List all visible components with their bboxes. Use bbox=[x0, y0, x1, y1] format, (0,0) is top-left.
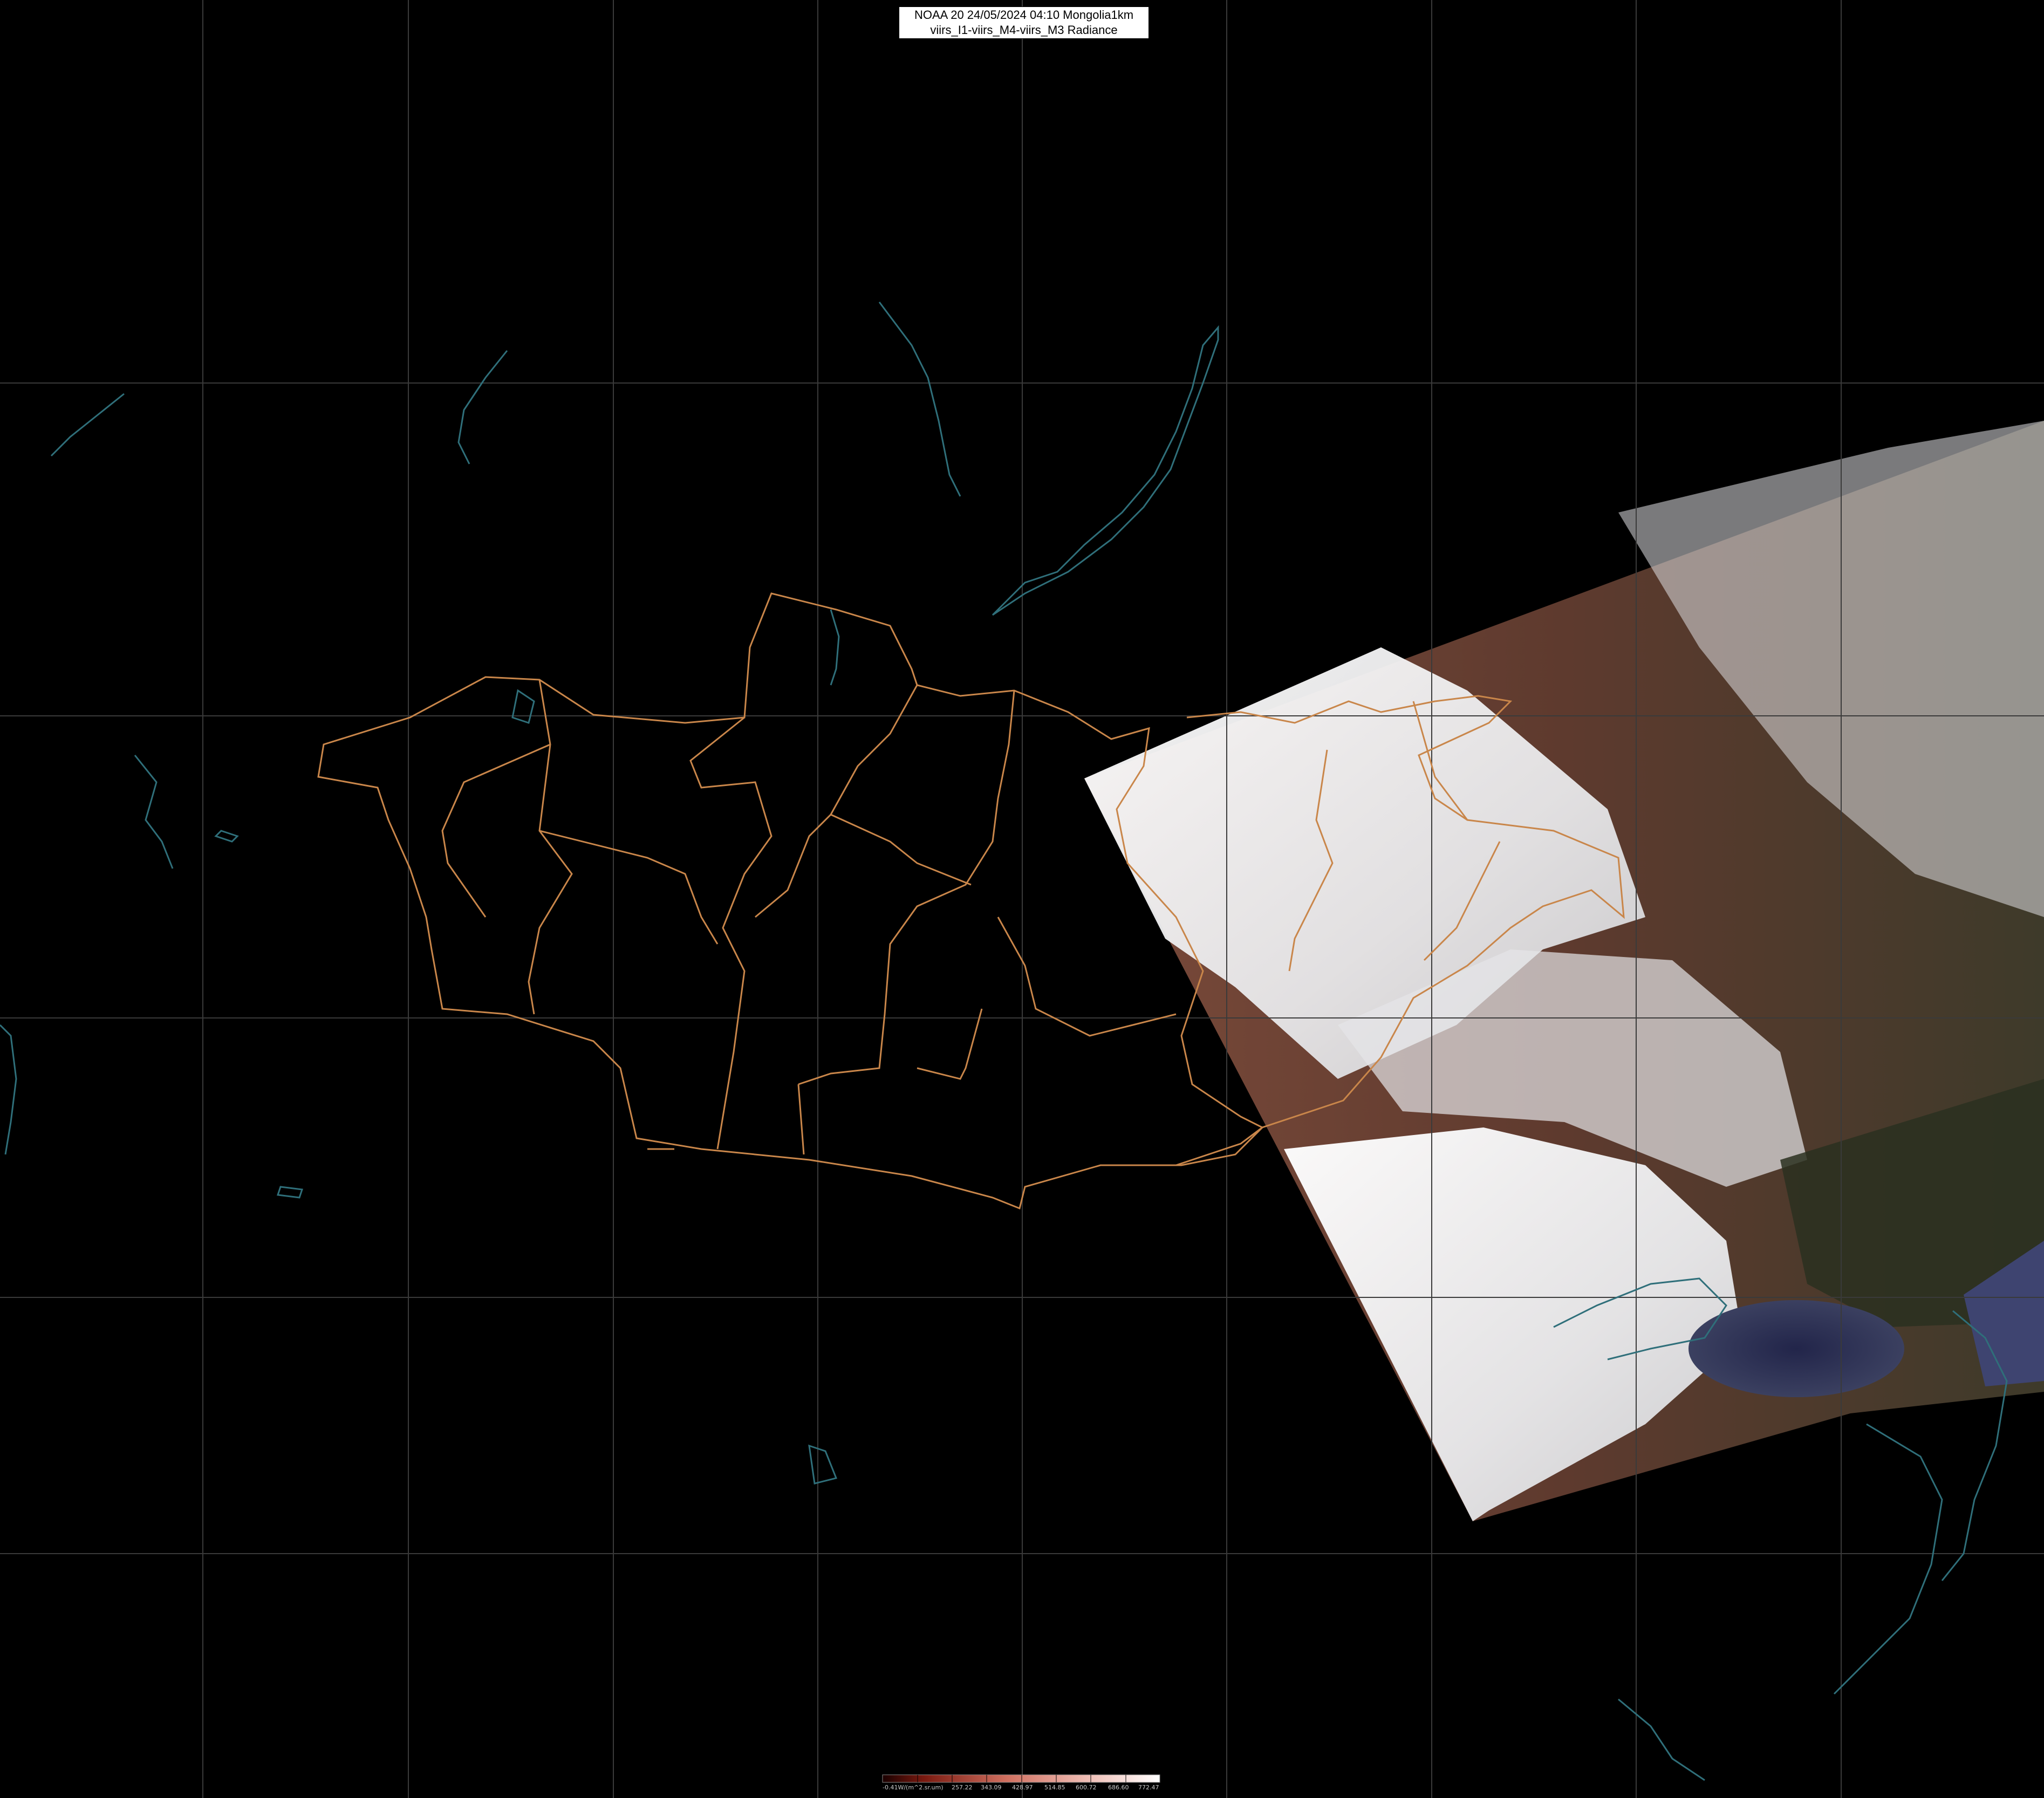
legend-label: 514.85 bbox=[1044, 1784, 1065, 1791]
satellite-swath bbox=[1084, 421, 2044, 1521]
coast-south bbox=[1618, 1698, 1705, 1781]
river-west bbox=[50, 393, 125, 457]
legend-label: 257.22 bbox=[952, 1784, 973, 1791]
province-line-8 bbox=[917, 1008, 983, 1080]
river-northwest bbox=[457, 350, 508, 464]
coast-china-east bbox=[1833, 1423, 1943, 1695]
legend-label: 686.60 bbox=[1108, 1784, 1129, 1791]
river-north bbox=[878, 302, 961, 497]
island-1 bbox=[808, 1444, 838, 1485]
legend-label: 772.47 bbox=[1138, 1784, 1159, 1791]
country-outline bbox=[317, 592, 1264, 1210]
map-title-box: NOAA 20 24/05/2024 04:10 Mongolia1km vii… bbox=[899, 6, 1149, 39]
map-title-line-2: viirs_I1-viirs_M4-viirs_M3 Radiance bbox=[930, 23, 1118, 37]
province-line-5 bbox=[539, 830, 719, 945]
coast-west bbox=[0, 1024, 17, 1155]
island-2 bbox=[276, 1186, 304, 1199]
lake-baikal bbox=[992, 325, 1219, 616]
legend-label: 600.72 bbox=[1076, 1784, 1097, 1791]
province-line-2 bbox=[689, 716, 773, 1150]
province-line-1 bbox=[528, 679, 573, 1015]
legend-label: 428.97 bbox=[1012, 1784, 1033, 1791]
province-line-11 bbox=[441, 743, 551, 918]
legend: -0.41W/(m^2.sr.um) 257.22 343.09 428.97 … bbox=[883, 1775, 1160, 1794]
lake-khuvsgul bbox=[830, 609, 840, 686]
satellite-map bbox=[0, 0, 2044, 1798]
province-line-6 bbox=[830, 813, 972, 886]
province-line-9 bbox=[797, 1084, 805, 1155]
province-line-4 bbox=[798, 690, 1015, 1085]
legend-labels: -0.41W/(m^2.sr.um) 257.22 343.09 428.97 … bbox=[883, 1784, 1160, 1793]
province-line-3 bbox=[755, 685, 918, 918]
lake-small-2 bbox=[214, 830, 239, 843]
river-mid bbox=[134, 755, 174, 869]
map-title-line-1: NOAA 20 24/05/2024 04:10 Mongolia1km bbox=[914, 8, 1134, 22]
legend-label: 343.09 bbox=[981, 1784, 1002, 1791]
lake-small-1 bbox=[511, 689, 535, 724]
legend-label: -0.41W/(m^2.sr.um) bbox=[883, 1784, 944, 1791]
